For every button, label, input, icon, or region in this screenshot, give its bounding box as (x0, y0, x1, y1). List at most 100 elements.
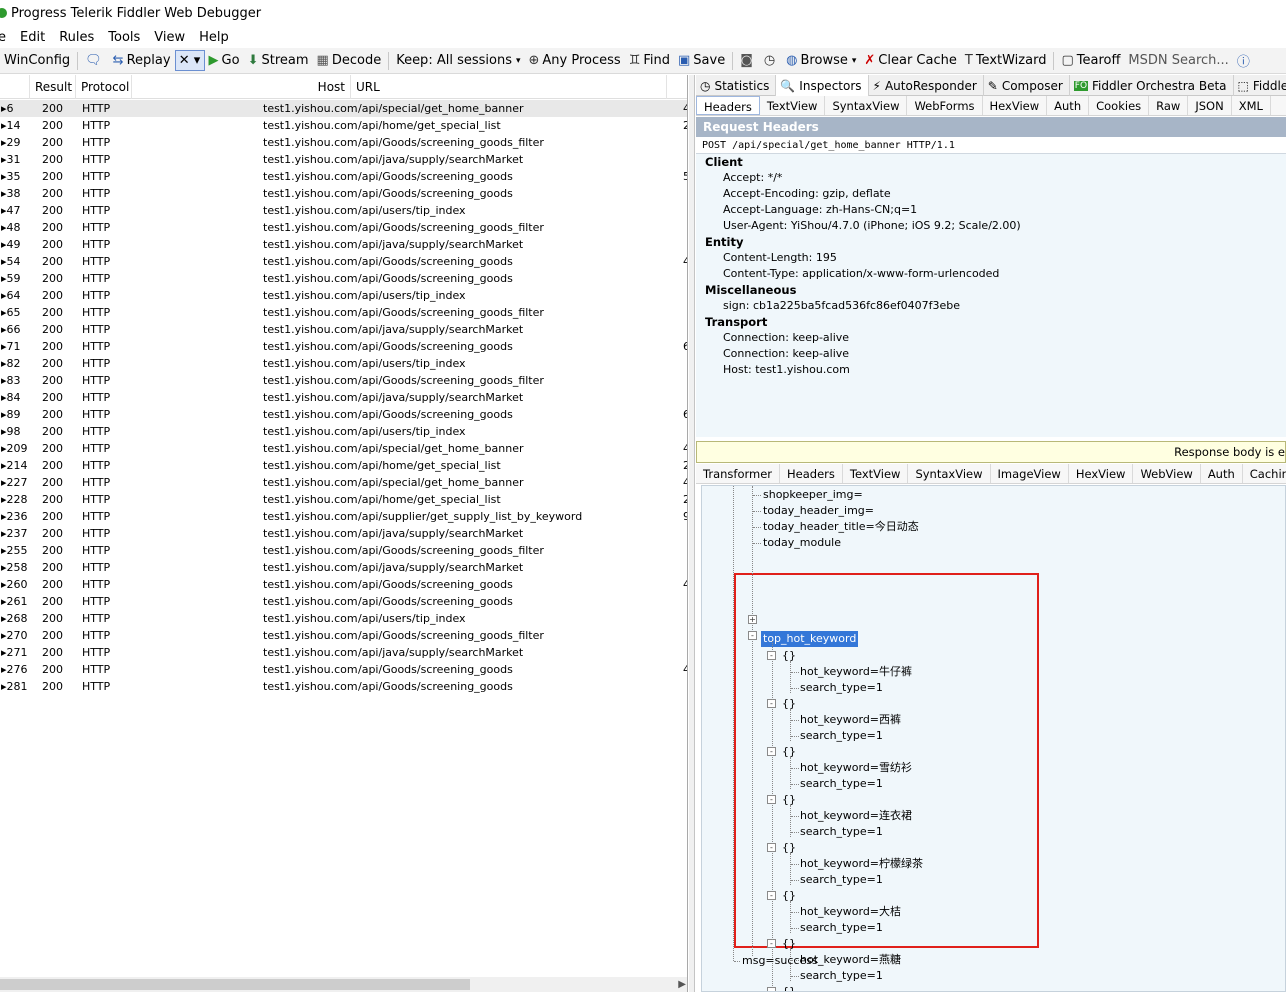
response-tab-syntaxview[interactable]: SyntaxView (908, 464, 991, 483)
table-row[interactable]: ▸258 200 HTTP test1.yishou.com/api/java/sup… (0, 559, 687, 576)
tree-node[interactable]: search_type=1 (800, 968, 883, 984)
header-value[interactable]: Connection: keep-alive (696, 330, 1286, 346)
msdn-search-input[interactable]: MSDN Search... (1124, 49, 1232, 73)
replay-button[interactable]: ⇆ Replay (109, 49, 175, 73)
request-tab-webforms[interactable]: WebForms (907, 96, 983, 115)
collapse-icon[interactable]: - (767, 699, 776, 708)
table-row[interactable]: ▸227 200 HTTP test1.yishou.com/api/special/… (0, 474, 687, 491)
table-row[interactable]: ▸260 200 HTTP test1.yishou.com/api/Goods/sc… (0, 576, 687, 593)
tree-node[interactable]: search_type=1 (800, 776, 883, 792)
header-section-title[interactable]: Miscellaneous (696, 282, 1286, 298)
request-tab-json[interactable]: JSON (1188, 96, 1232, 115)
collapse-icon[interactable]: - (767, 747, 776, 756)
table-row[interactable]: ▸271 200 HTTP test1.yishou.com/api/java/sup… (0, 644, 687, 661)
response-tab-hexview[interactable]: HexView (1069, 464, 1134, 483)
header-value[interactable]: Accept-Encoding: gzip, deflate (696, 186, 1286, 202)
request-tab-headers[interactable]: Headers (696, 96, 760, 115)
table-row[interactable]: ▸214 200 HTTP test1.yishou.com/api/home/get… (0, 457, 687, 474)
tree-object-node[interactable]: {} (782, 792, 796, 808)
tree-node[interactable]: search_type=1 (800, 680, 883, 696)
table-row[interactable]: ▸82 200 HTTP test1.yishou.com/api/users/tip… (0, 355, 687, 372)
table-row[interactable]: ▸31 200 HTTP test1.yishou.com/api/java/supp… (0, 151, 687, 168)
column-number[interactable] (0, 75, 30, 99)
clear-cache-button[interactable]: ✗ Clear Cache (860, 49, 960, 73)
table-row[interactable]: ▸237 200 HTTP test1.yishou.com/api/java/sup… (0, 525, 687, 542)
menu-item[interactable]: Tools (108, 30, 140, 45)
collapse-icon[interactable]: - (748, 631, 757, 640)
tab-statistics[interactable]: ◷ Statistics (696, 75, 777, 96)
winconfig-button[interactable]: WinConfig (0, 49, 74, 73)
header-value[interactable]: Accept: */* (696, 170, 1286, 186)
tree-node[interactable]: today_header_title=今日动态 (763, 519, 919, 535)
tab-fiddler[interactable]: FO Fiddler Orchestra Beta (1070, 75, 1234, 96)
stream-button[interactable]: ⬇ Stream (244, 49, 313, 73)
column-url[interactable]: URL (351, 75, 667, 99)
tree-node[interactable]: hot_keyword=雪纺衫 (800, 760, 912, 776)
collapse-icon[interactable]: - (767, 891, 776, 900)
tree-node[interactable]: hot_keyword=牛仔裤 (800, 664, 912, 680)
pane-splitter[interactable] (689, 75, 695, 992)
table-row[interactable]: ▸6 200 HTTP test1.yishou.com/api/special/ge… (0, 100, 687, 117)
timer-button[interactable]: ◷ (760, 49, 782, 73)
tree-object-node[interactable]: {} (782, 696, 796, 712)
table-row[interactable]: ▸84 200 HTTP test1.yishou.com/api/java/supp… (0, 389, 687, 406)
header-value[interactable]: Accept-Language: zh-Hans-CN;q=1 (696, 202, 1286, 218)
table-row[interactable]: ▸29 200 HTTP test1.yishou.com/api/Goods/scr… (0, 134, 687, 151)
tree-node[interactable]: search_type=1 (800, 728, 883, 744)
expand-icon[interactable]: + (748, 615, 757, 624)
tree-node[interactable]: shopkeeper_img= (763, 487, 863, 503)
tree-node-selected[interactable]: top_hot_keyword (761, 631, 859, 647)
request-tab-syntaxview[interactable]: SyntaxView (825, 96, 908, 115)
table-row[interactable]: ▸14 200 HTTP test1.yishou.com/api/home/get_… (0, 117, 687, 134)
column-protocol[interactable]: Protocol (76, 75, 132, 99)
column-result[interactable]: Result (30, 75, 76, 99)
tab-fiddlerscript[interactable]: ⬚FiddlerScript (1234, 75, 1286, 96)
browse-button[interactable]: ◍ Browse ▾ (782, 49, 860, 73)
keep-sessions-dropdown[interactable]: Keep: All sessions ▾ (392, 49, 524, 73)
table-row[interactable]: ▸49 200 HTTP test1.yishou.com/api/java/supp… (0, 236, 687, 253)
tree-node[interactable]: hot_keyword=大桔 (800, 904, 901, 920)
tree-object-node[interactable]: {} (782, 744, 796, 760)
table-row[interactable]: ▸261 200 HTTP test1.yishou.com/api/Goods/sc… (0, 593, 687, 610)
table-row[interactable]: ▸228 200 HTTP test1.yishou.com/api/home/get… (0, 491, 687, 508)
table-row[interactable]: ▸276 200 HTTP test1.yishou.com/api/Goods/sc… (0, 661, 687, 678)
menu-item[interactable]: Edit (20, 30, 45, 45)
scroll-right-icon[interactable]: ▶ (678, 977, 686, 992)
tree-object-node[interactable]: {} (782, 936, 796, 952)
horizontal-scrollbar[interactable]: ▶ (0, 977, 687, 992)
tree-object-node[interactable]: {} (782, 648, 796, 664)
tree-node[interactable]: hot_keyword=柠檬绿茶 (800, 856, 923, 872)
menu-item[interactable]: Rules (59, 30, 94, 45)
request-tab-auth[interactable]: Auth (1047, 96, 1090, 115)
tearoff-button[interactable]: ▢ Tearoff (1057, 49, 1124, 73)
request-tab-textview[interactable]: TextView (760, 96, 826, 115)
help-button[interactable]: ⓘ (1233, 49, 1257, 73)
tree-object-node[interactable]: {} (782, 984, 796, 991)
tree-node[interactable]: search_type=1 (800, 920, 883, 936)
tree-node[interactable]: today_header_img= (763, 503, 874, 519)
request-tab-cookies[interactable]: Cookies (1089, 96, 1150, 115)
menu-item[interactable]: e (0, 30, 6, 45)
response-tab-transformer[interactable]: Transformer (696, 464, 781, 483)
tree-node[interactable]: msg=success (742, 953, 818, 969)
response-tab-imageview[interactable]: ImageView (991, 464, 1069, 483)
find-button[interactable]: ♊ Find (625, 49, 674, 73)
table-row[interactable]: ▸71 200 HTTP test1.yishou.com/api/Goods/scr… (0, 338, 687, 355)
table-row[interactable]: ▸209 200 HTTP test1.yishou.com/api/special/… (0, 440, 687, 457)
table-row[interactable]: ▸281 200 HTTP test1.yishou.com/api/Goods/sc… (0, 678, 687, 695)
tab-inspectors[interactable]: 🔍 Inspectors (776, 75, 869, 96)
table-row[interactable]: ▸59 200 HTTP test1.yishou.com/api/Goods/scr… (0, 270, 687, 287)
tree-node[interactable]: search_type=1 (800, 824, 883, 840)
column-host[interactable]: Host (132, 75, 351, 99)
response-notice-bar[interactable]: Response body is e (696, 441, 1286, 463)
tree-object-node[interactable]: {} (782, 840, 796, 856)
any-process-button[interactable]: ⊕ Any Process (525, 49, 625, 73)
collapse-icon[interactable]: - (767, 939, 776, 948)
tree-node[interactable]: hot_keyword=连衣裙 (800, 808, 912, 824)
collapse-icon[interactable]: - (767, 651, 776, 660)
table-row[interactable]: ▸48 200 HTTP test1.yishou.com/api/Goods/scr… (0, 219, 687, 236)
remove-sessions-button[interactable]: ✕ ▾ (174, 50, 205, 71)
collapse-icon[interactable]: - (767, 987, 776, 991)
textwizard-button[interactable]: T TextWizard (961, 49, 1051, 73)
header-value[interactable]: User-Agent: YiShou/4.7.0 (iPhone; iOS 9.… (696, 218, 1286, 234)
